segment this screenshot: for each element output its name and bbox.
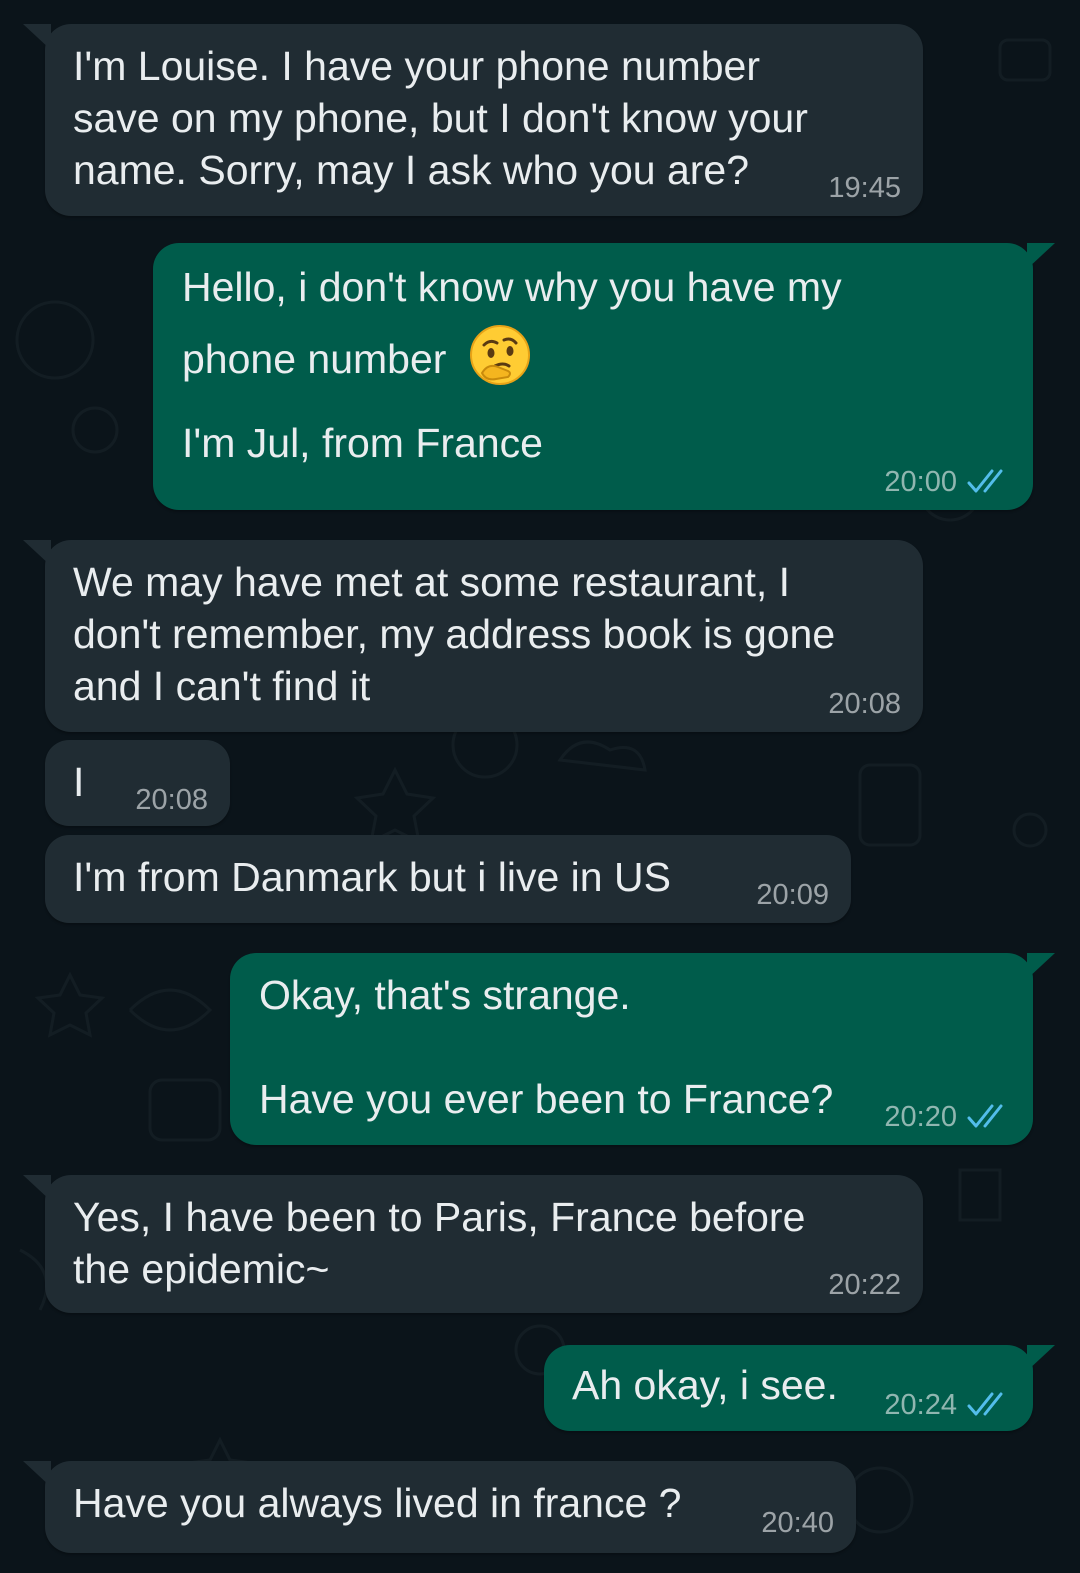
message-time: 20:22 [828, 1269, 901, 1301]
thinking-face-emoji-icon [469, 325, 530, 385]
message-line: I'm Jul, from France [182, 420, 543, 466]
message-line: phone number [182, 336, 447, 382]
message-text: We may have met at some restaurant, I do… [73, 559, 836, 709]
bubble-tail [23, 24, 51, 50]
read-double-tick-icon [967, 1392, 1003, 1416]
message-bubble-incoming[interactable]: I 20:08 [45, 740, 230, 826]
message-bubble-incoming[interactable]: I'm Louise. I have your phone number sav… [23, 24, 923, 216]
message-time: 20:24 [884, 1389, 957, 1421]
message-line: Hello, i don't know why you have my [182, 264, 842, 310]
message-bubble-incoming[interactable]: Have you always lived in france ? 20:40 [23, 1461, 856, 1553]
message-time: 20:40 [761, 1507, 834, 1539]
message-text: Have you always lived in france ? [73, 1480, 682, 1526]
message-text: I'm from Danmark but i live in US [73, 854, 671, 900]
message-time: 19:45 [828, 172, 901, 204]
message-text: Hello, i don't know why you have my phon… [182, 261, 942, 469]
message-line-with-emoji: phone number [182, 323, 942, 387]
message-time: 20:00 [884, 466, 957, 498]
message-time: 20:20 [884, 1101, 957, 1133]
message-text: Okay, that's strange. Have you ever been… [259, 972, 834, 1122]
bubble-tail [1027, 953, 1055, 979]
message-bubble-outgoing[interactable]: Okay, that's strange. Have you ever been… [230, 953, 1055, 1145]
message-bubble-outgoing[interactable]: Hello, i don't know why you have my phon… [153, 243, 1055, 510]
message-text: Ah okay, i see. [572, 1362, 838, 1408]
read-double-tick-icon [967, 469, 1003, 493]
bubble-tail [23, 1461, 51, 1487]
message-meta: 20:00 [884, 466, 1011, 498]
message-bubble-incoming[interactable]: I'm from Danmark but i live in US 20:09 [45, 835, 851, 923]
message-text: I [73, 759, 85, 805]
message-text: I'm Louise. I have your phone number sav… [73, 43, 808, 193]
message-time: 20:08 [828, 688, 901, 720]
bubble-tail [1027, 243, 1055, 269]
message-text: Yes, I have been to Paris, France before… [73, 1194, 806, 1292]
bubble-tail [1027, 1345, 1055, 1371]
bubble-tail [23, 540, 51, 566]
message-meta: 20:24 [884, 1389, 1011, 1421]
read-double-tick-icon [967, 1104, 1003, 1128]
message-time: 20:08 [135, 784, 208, 816]
message-time: 20:09 [756, 879, 829, 911]
message-bubble-incoming[interactable]: We may have met at some restaurant, I do… [23, 540, 923, 732]
message-meta: 20:20 [884, 1101, 1011, 1133]
message-bubble-outgoing[interactable]: Ah okay, i see. 20:24 [544, 1345, 1055, 1431]
message-bubble-incoming[interactable]: Yes, I have been to Paris, France before… [23, 1175, 923, 1313]
bubble-tail [23, 1175, 51, 1201]
